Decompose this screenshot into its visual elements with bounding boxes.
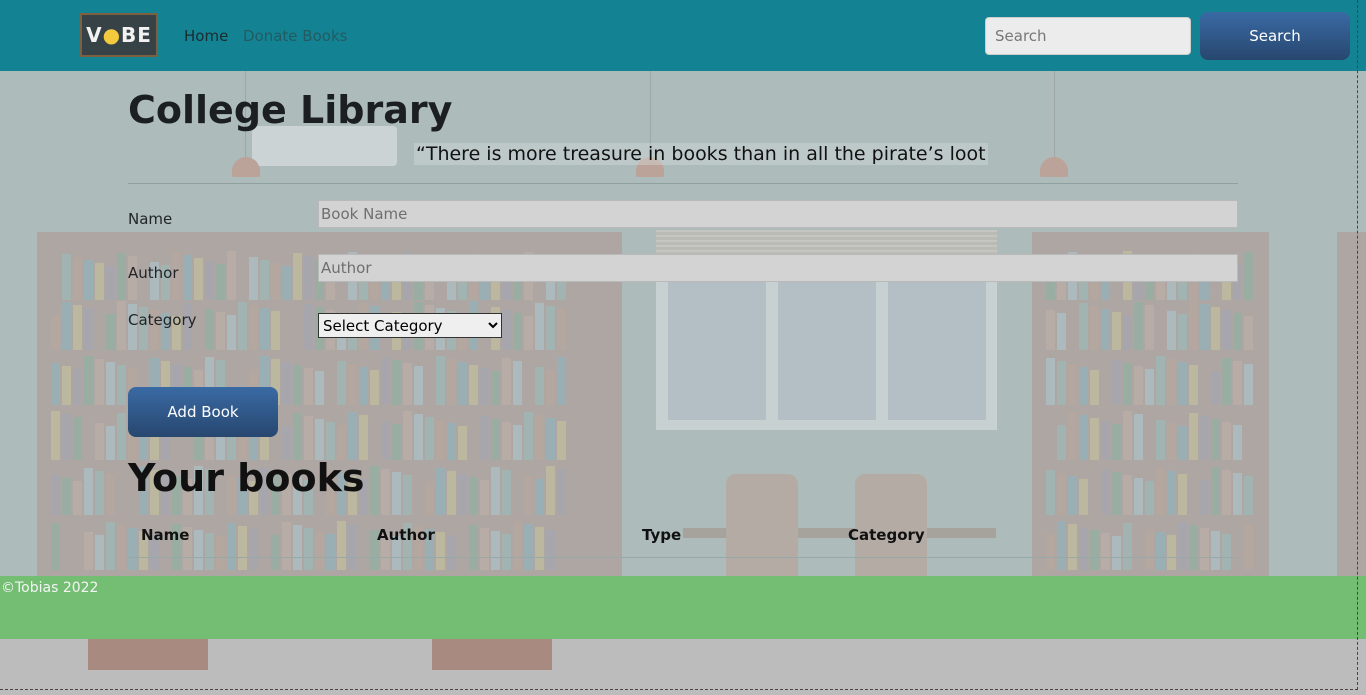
footer: ©Tobias 2022 xyxy=(0,576,1366,639)
logo-text: V●BE xyxy=(86,23,152,47)
book-name-input[interactable] xyxy=(318,200,1238,228)
category-select[interactable]: Select Category xyxy=(318,313,502,338)
search-input[interactable] xyxy=(985,17,1191,55)
bulb-icon: ● xyxy=(102,23,122,47)
site-logo[interactable]: V●BE xyxy=(80,13,158,57)
column-header-author: Author xyxy=(377,526,435,544)
name-label: Name xyxy=(128,210,173,228)
column-header-type: Type xyxy=(642,526,682,544)
add-book-button[interactable]: Add Book xyxy=(128,387,278,437)
category-label: Category xyxy=(128,311,197,329)
nav-link-home[interactable]: Home xyxy=(184,27,228,45)
nav-link-donate-books[interactable]: Donate Books xyxy=(243,27,347,45)
author-input[interactable] xyxy=(318,254,1238,282)
column-header-name: Name xyxy=(141,526,190,544)
your-books-title: Your books xyxy=(128,456,365,500)
column-header-category: Category xyxy=(848,526,925,544)
search-button[interactable]: Search xyxy=(1200,12,1350,60)
navbar: V●BE Home Donate Books Search xyxy=(0,0,1366,71)
divider xyxy=(128,183,1238,184)
dashed-border-right xyxy=(1357,0,1358,690)
dashed-border-bottom xyxy=(0,689,1358,690)
author-label: Author xyxy=(128,264,179,282)
quote-text: “There is more treasure in books than in… xyxy=(414,143,988,165)
table-header-divider xyxy=(128,557,1238,558)
page-title: College Library xyxy=(128,88,453,132)
footer-copyright: ©Tobias 2022 xyxy=(1,580,99,596)
